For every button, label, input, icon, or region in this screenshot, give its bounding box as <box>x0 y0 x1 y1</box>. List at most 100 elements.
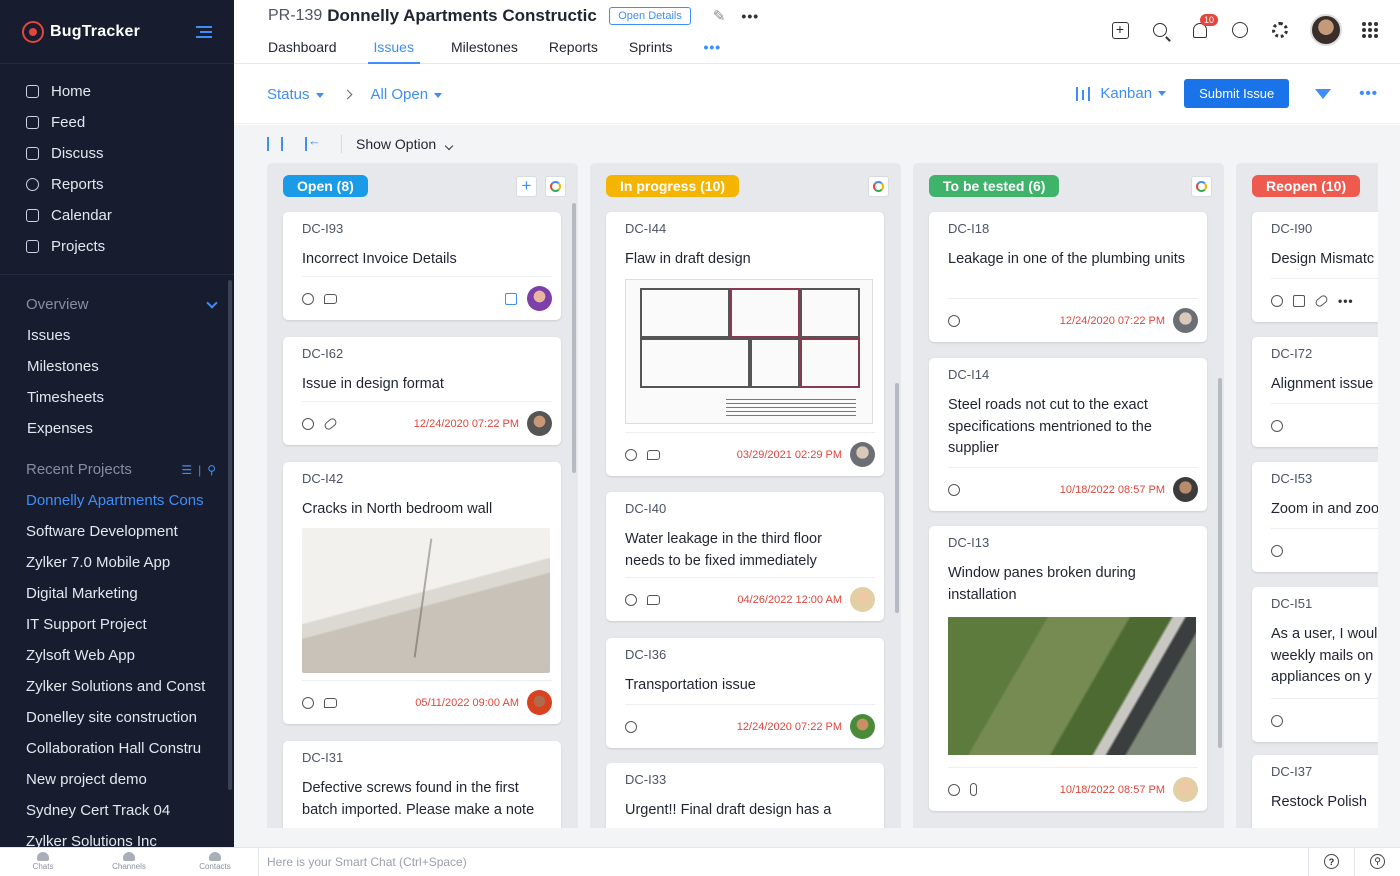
issue-card[interactable]: DC-I93 Incorrect Invoice Details <box>283 212 561 320</box>
overview-item-issues[interactable]: Issues <box>0 320 234 351</box>
search-icon[interactable]: ⚲ <box>207 463 216 477</box>
timer-icon[interactable] <box>948 315 960 327</box>
nav-item-projects[interactable]: Projects <box>0 231 234 262</box>
submit-issue-button[interactable]: Submit Issue <box>1184 79 1289 108</box>
column-scrollbar[interactable] <box>1218 378 1222 748</box>
nav-item-discuss[interactable]: Discuss <box>0 138 234 169</box>
project-more-icon[interactable]: ••• <box>741 8 759 24</box>
sidebar-scrollbar[interactable] <box>228 280 232 790</box>
project-name[interactable]: Donnelly Apartments Constructic <box>327 6 603 26</box>
timer-icon[interactable] <box>1271 545 1283 557</box>
recent-project-item[interactable]: Donelley site construction <box>0 702 234 733</box>
assignee-avatar[interactable] <box>850 587 875 612</box>
collapse-icon[interactable] <box>305 137 319 151</box>
issue-card[interactable]: DC-I42 Cracks in North bedroom wall 05/1… <box>283 462 561 724</box>
help-button[interactable]: ? <box>1308 848 1354 876</box>
tab-reports[interactable]: Reports <box>549 38 598 64</box>
overview-item-timesheets[interactable]: Timesheets <box>0 382 234 413</box>
issue-card[interactable]: DC-I53 Zoom in and zoo <box>1252 462 1378 572</box>
status-filter[interactable]: Status <box>267 86 324 103</box>
search-icon[interactable] <box>1150 20 1170 40</box>
issue-card[interactable]: DC-I44 Flaw in draft design 03/29/2021 0… <box>606 212 884 476</box>
task-icon[interactable] <box>1293 295 1305 307</box>
wall-crack-photo[interactable] <box>302 528 550 673</box>
assignee-avatar[interactable] <box>1173 777 1198 802</box>
assignee-avatar[interactable] <box>850 442 875 467</box>
timer-icon[interactable] <box>948 784 960 796</box>
issue-card[interactable]: DC-I33 Urgent!! Final draft design has a <box>606 763 884 828</box>
issue-card[interactable]: DC-I36 Transportation issue 12/24/2020 0… <box>606 638 884 748</box>
overview-item-expenses[interactable]: Expenses <box>0 413 234 444</box>
timer-icon[interactable] <box>1230 20 1250 40</box>
assignee-avatar[interactable] <box>1173 308 1198 333</box>
overview-section[interactable]: Overview <box>0 289 234 320</box>
recent-project-item[interactable]: Zylker Solutions Inc <box>0 826 234 847</box>
tab-issues[interactable]: Issues <box>368 38 420 64</box>
floor-plan-image[interactable] <box>625 279 873 424</box>
channels-button[interactable]: Channels <box>86 848 172 876</box>
timer-icon[interactable] <box>1271 715 1283 727</box>
contacts-button[interactable]: Contacts <box>172 848 258 876</box>
view-switcher[interactable]: Kanban <box>1076 85 1166 102</box>
nav-item-feed[interactable]: Feed <box>0 107 234 138</box>
notification-bell-icon[interactable]: 10 <box>1190 20 1210 40</box>
recent-project-item[interactable]: Zylker Solutions and Const <box>0 671 234 702</box>
timer-icon[interactable] <box>302 293 314 305</box>
column-settings-icon[interactable] <box>267 137 283 151</box>
issue-card[interactable]: DC-I13 Window panes broken during instal… <box>929 526 1207 811</box>
timer-icon[interactable] <box>1271 420 1283 432</box>
hamburger-menu-icon[interactable] <box>196 26 212 38</box>
overview-item-milestones[interactable]: Milestones <box>0 351 234 382</box>
add-icon[interactable]: + <box>1110 20 1130 40</box>
filter-settings-icon[interactable]: ☰ <box>181 463 192 477</box>
tab-milestones[interactable]: Milestones <box>451 38 518 64</box>
recent-project-item[interactable]: Software Development <box>0 516 234 547</box>
pin-icon[interactable]: ✎ <box>713 7 726 25</box>
recent-project-item[interactable]: Zylker 7.0 Mobile App <box>0 547 234 578</box>
filter-funnel-icon[interactable] <box>1315 89 1331 99</box>
column-scrollbar[interactable] <box>572 203 576 473</box>
timer-icon[interactable] <box>625 449 637 461</box>
recent-project-item[interactable]: New project demo <box>0 764 234 795</box>
apps-grid-icon[interactable] <box>1362 22 1378 38</box>
timer-icon[interactable] <box>302 697 314 709</box>
show-option-dropdown[interactable]: Show Option <box>356 136 452 152</box>
recent-project-item[interactable]: Donnelly Apartments Cons <box>0 485 234 516</box>
timer-icon[interactable] <box>625 721 637 733</box>
calendar-icon[interactable] <box>505 293 517 305</box>
refresh-icon[interactable] <box>868 176 889 197</box>
chats-button[interactable]: Chats <box>0 848 86 876</box>
assignee-avatar[interactable] <box>527 690 552 715</box>
smart-chat-input[interactable]: Here is your Smart Chat (Ctrl+Space) <box>258 848 1308 876</box>
comment-icon[interactable] <box>647 595 660 605</box>
assignee-avatar[interactable] <box>527 286 552 311</box>
recent-project-item[interactable]: IT Support Project <box>0 609 234 640</box>
nav-item-home[interactable]: Home <box>0 76 234 107</box>
recent-project-item[interactable]: Sydney Cert Track 04 <box>0 795 234 826</box>
timer-icon[interactable] <box>625 594 637 606</box>
issue-card[interactable]: DC-I51 As a user, I woul weekly mails on… <box>1252 587 1378 742</box>
recent-project-item[interactable]: Collaboration Hall Constru <box>0 733 234 764</box>
nav-item-calendar[interactable]: Calendar <box>0 200 234 231</box>
column-scrollbar[interactable] <box>895 383 899 613</box>
assignee-avatar[interactable] <box>1173 477 1198 502</box>
recent-project-item[interactable]: Zylsoft Web App <box>0 640 234 671</box>
search-people-button[interactable]: ⚲ <box>1354 848 1400 876</box>
open-details-button[interactable]: Open Details <box>609 7 691 25</box>
issue-card[interactable]: DC-I18 Leakage in one of the plumbing un… <box>929 212 1207 342</box>
comment-icon[interactable] <box>324 294 337 304</box>
add-card-icon[interactable]: + <box>516 176 537 197</box>
assignee-avatar[interactable] <box>850 714 875 739</box>
tab-dashboard[interactable]: Dashboard <box>268 38 337 64</box>
issue-card[interactable]: DC-I31 Defective screws found in the fir… <box>283 741 561 828</box>
timer-icon[interactable] <box>948 484 960 496</box>
user-avatar[interactable] <box>1310 14 1342 46</box>
more-options-icon[interactable]: ••• <box>1359 85 1378 102</box>
issue-card[interactable]: DC-I72 Alignment issue <box>1252 337 1378 447</box>
link-icon[interactable] <box>323 416 338 430</box>
issue-card[interactable]: DC-I62 Issue in design format 12/24/2020… <box>283 337 561 445</box>
tabs-more-icon[interactable]: ••• <box>704 38 722 64</box>
timer-icon[interactable] <box>1271 295 1283 307</box>
more-icon[interactable]: ••• <box>1338 294 1354 308</box>
timer-icon[interactable] <box>302 418 314 430</box>
